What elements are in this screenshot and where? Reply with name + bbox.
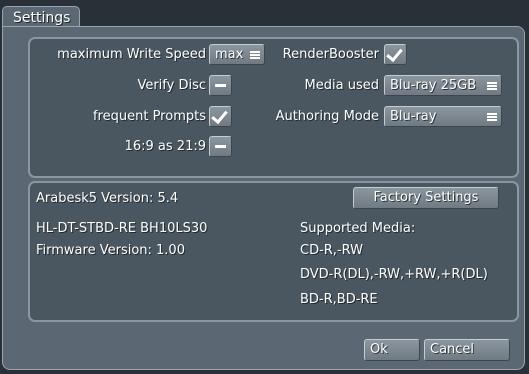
render-booster-toggle[interactable] xyxy=(384,44,407,65)
verify-disc-label: Verify Disc xyxy=(137,78,206,93)
checkmark-icon xyxy=(211,106,228,125)
max-write-speed-label: maximum Write Speed xyxy=(57,47,206,62)
media-list-item: BD-R,BD-RE xyxy=(300,292,378,307)
max-write-speed-value: max xyxy=(215,47,244,62)
aspect-16-9-label: 16:9 as 21:9 xyxy=(124,139,206,154)
ok-button[interactable]: Ok xyxy=(364,339,420,361)
checkmark-icon xyxy=(386,44,403,63)
authoring-mode-select[interactable]: Blu-ray xyxy=(384,106,502,127)
frequent-prompts-label: frequent Prompts xyxy=(92,109,206,124)
media-used-label: Media used xyxy=(304,78,379,93)
media-used-value: Blu-ray 25GB xyxy=(390,78,477,93)
options-panel: maximum Write Speed max Verify Disc freq… xyxy=(28,37,519,178)
cancel-button[interactable]: Cancel xyxy=(424,339,510,361)
media-list-item: CD-R,-RW xyxy=(300,243,363,258)
render-booster-label: RenderBooster xyxy=(282,47,379,62)
menu-icon xyxy=(487,113,497,121)
drive-text: HL-DT-STBD-RE BH10LS30 xyxy=(36,221,208,236)
media-list-item: DVD-R(DL),-RW,+RW,+R(DL) xyxy=(300,267,488,282)
verify-disc-toggle[interactable] xyxy=(209,75,232,96)
dash-icon xyxy=(215,145,226,148)
firmware-text: Firmware Version: 1.00 xyxy=(36,243,185,258)
dash-icon xyxy=(215,84,226,87)
info-panel: Arabesk5 Version: 5.4 HL-DT-STBD-RE BH10… xyxy=(28,181,519,322)
media-used-select[interactable]: Blu-ray 25GB xyxy=(384,75,502,96)
authoring-mode-value: Blu-ray xyxy=(390,109,437,124)
settings-window: maximum Write Speed max Verify Disc freq… xyxy=(2,26,525,370)
frequent-prompts-toggle[interactable] xyxy=(209,106,232,127)
version-text: Arabesk5 Version: 5.4 xyxy=(36,191,179,206)
factory-settings-button[interactable]: Factory Settings xyxy=(353,187,499,209)
menu-icon xyxy=(487,82,497,90)
authoring-mode-label: Authoring Mode xyxy=(275,109,379,124)
supported-media-title: Supported Media: xyxy=(300,221,416,236)
tab-settings[interactable]: Settings xyxy=(2,6,80,28)
aspect-16-9-toggle[interactable] xyxy=(209,136,232,157)
